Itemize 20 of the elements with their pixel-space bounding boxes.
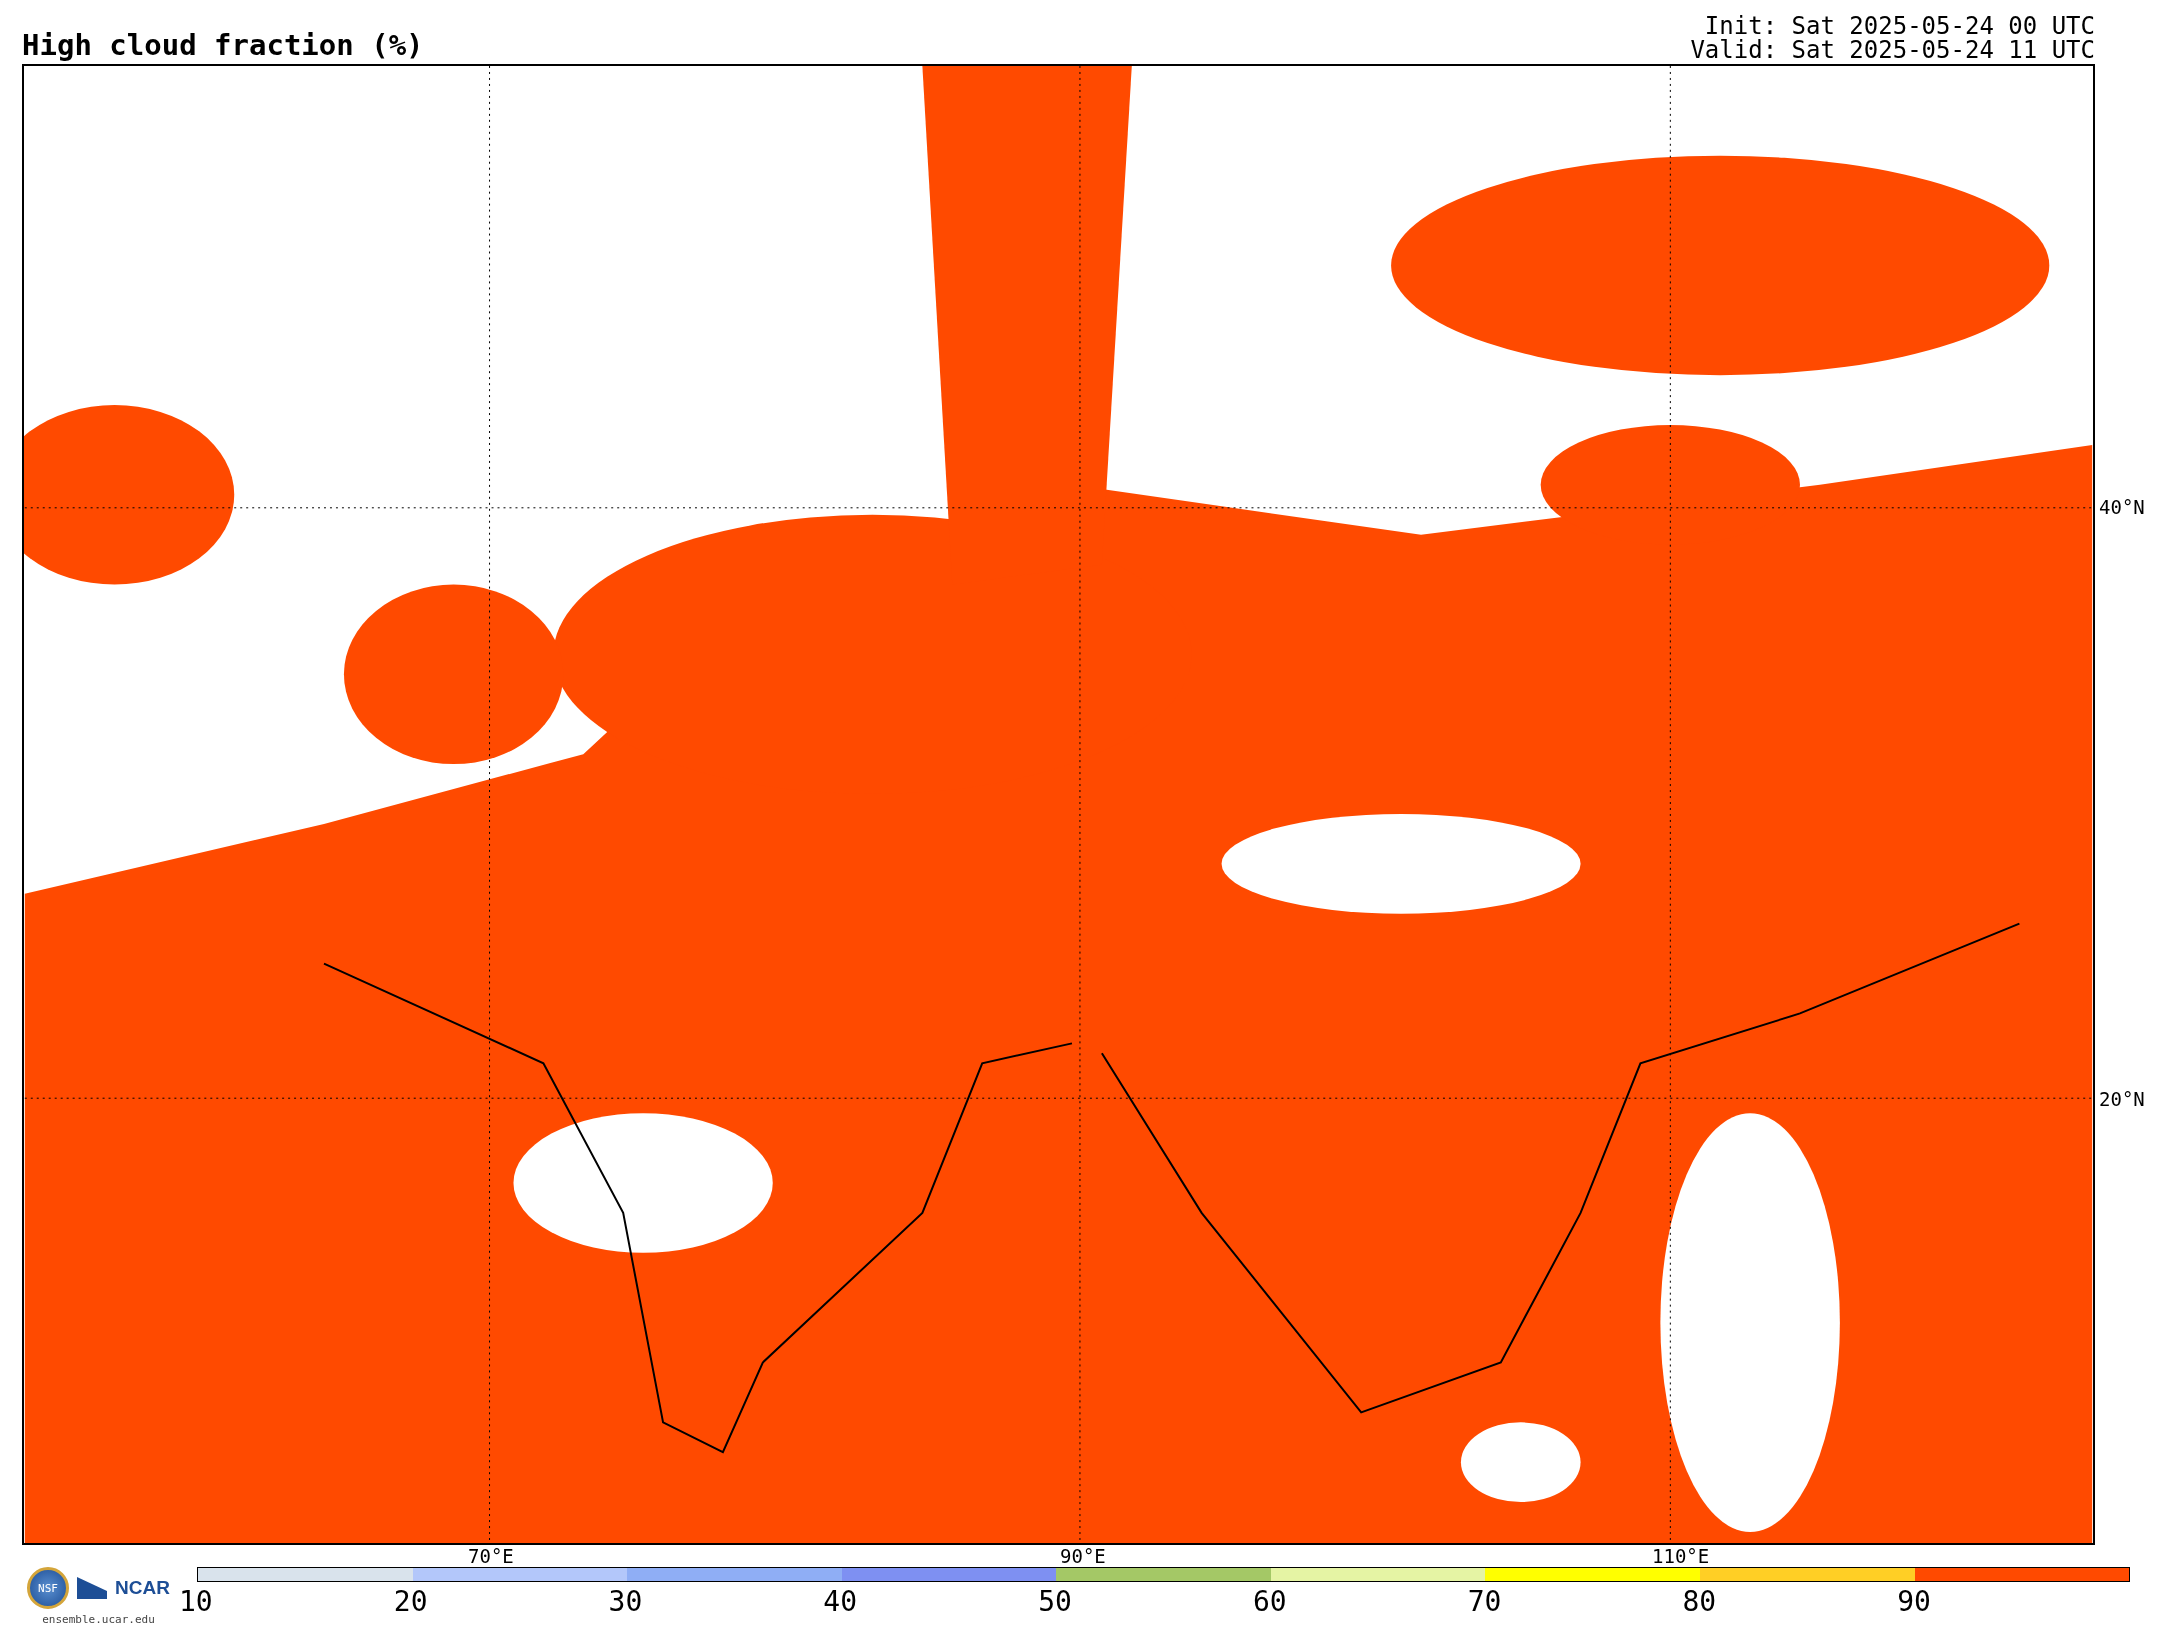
nsf-logo: NSF xyxy=(27,1567,70,1609)
colorbar-tick-label: 40 xyxy=(823,1588,858,1616)
colorbar-tick-label: 70 xyxy=(1467,1588,1502,1616)
longitude-label: 90°E xyxy=(1058,1547,1108,1566)
colorbar-tick-label: 20 xyxy=(393,1588,428,1616)
colorbar-tick-label: 50 xyxy=(1038,1588,1072,1616)
site-url: ensemble.ucar.edu xyxy=(42,1613,155,1626)
colorbar-tick-label: 10 xyxy=(179,1588,213,1616)
colorbar-tick-label: 60 xyxy=(1252,1588,1287,1616)
swoosh-icon xyxy=(77,1577,108,1599)
latitude-label: 40°N xyxy=(2097,498,2147,517)
colorbar-tick-label: 30 xyxy=(608,1588,643,1616)
colorbar-tick-label: 80 xyxy=(1682,1588,1717,1616)
valid-time-text: Valid: Sat 2025-05-24 11 UTC xyxy=(1690,38,2095,62)
colorbar-tick-label: 90 xyxy=(1897,1588,1931,1616)
longitude-label: 70°E xyxy=(466,1547,516,1566)
chart-title: High cloud fraction (%) xyxy=(22,31,424,60)
init-time-text: Init: Sat 2025-05-24 00 UTC xyxy=(1704,14,2095,38)
latitude-label: 20°N xyxy=(2097,1090,2147,1109)
ncar-logo-text: NCAR xyxy=(115,1577,170,1599)
